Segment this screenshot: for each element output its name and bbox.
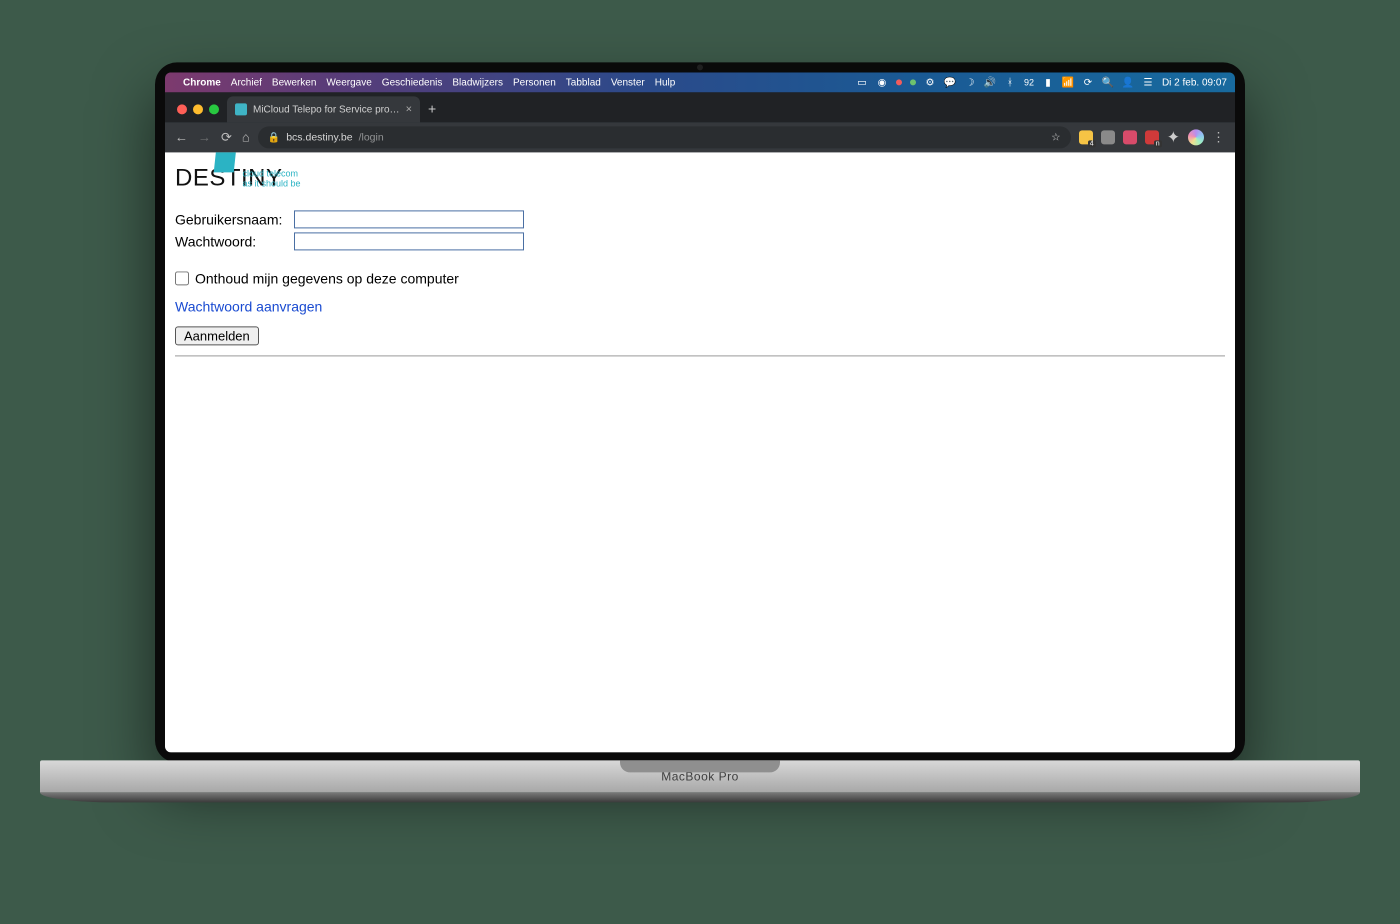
status-dot-green: [910, 79, 916, 85]
search-icon[interactable]: 🔍: [1102, 76, 1114, 88]
extension-icon-b[interactable]: [1101, 130, 1115, 144]
bluetooth-icon[interactable]: ᚼ: [1004, 76, 1016, 88]
extension-icon-c[interactable]: [1123, 130, 1137, 144]
remember-label: Onthoud mijn gegevens op deze computer: [195, 270, 459, 286]
username-label: Gebruikersnaam:: [175, 211, 290, 227]
menubar-item-bewerken[interactable]: Bewerken: [272, 77, 316, 88]
battery-icon[interactable]: ▮: [1042, 76, 1054, 88]
menubar-status-area: ▭ ◉ ⚙ 💬 ☽ 🔊 ᚼ 92 ▮ 📶 ⟳ 🔍 👤 ☰ Di 2: [856, 76, 1227, 88]
chrome-toolbar: ← → ⟳ ⌂ 🔒 bcs.destiny.be/login ☆ 4: [165, 122, 1235, 152]
divider: [175, 355, 1225, 356]
browser-tab[interactable]: MiCloud Telepo for Service pro… ×: [227, 96, 420, 122]
url-host: bcs.destiny.be: [286, 131, 352, 143]
remember-checkbox[interactable]: [175, 271, 189, 285]
nav-back-button[interactable]: ←: [175, 129, 188, 145]
menubar-item-weergave[interactable]: Weergave: [326, 77, 371, 88]
camera-notch: [697, 64, 703, 70]
screen-mirroring-icon[interactable]: ▭: [856, 76, 868, 88]
address-bar[interactable]: 🔒 bcs.destiny.be/login ☆: [258, 126, 1071, 148]
extension-icon-d[interactable]: n: [1145, 130, 1159, 144]
chrome-tabstrip: MiCloud Telepo for Service pro… × +: [165, 92, 1235, 122]
nav-home-button[interactable]: ⌂: [242, 129, 250, 145]
nav-forward-button[interactable]: →: [198, 129, 211, 145]
logo-mark-icon: [213, 152, 236, 172]
window-fullscreen-button[interactable]: [209, 104, 219, 114]
url-path: /login: [359, 131, 384, 143]
battery-percent: 92: [1024, 76, 1034, 88]
extension-badge-a: 4: [1088, 140, 1096, 147]
chrome-menu-icon[interactable]: ⋮: [1212, 129, 1225, 145]
user-switch-icon[interactable]: 👤: [1122, 76, 1134, 88]
control-center-icon[interactable]: ☰: [1142, 76, 1154, 88]
macos-menubar: Chrome Archief Bewerken Weergave Geschie…: [165, 72, 1235, 92]
window-close-button[interactable]: [177, 104, 187, 114]
lock-icon[interactable]: 🔒: [268, 132, 280, 143]
menubar-item-geschiedenis[interactable]: Geschiedenis: [382, 77, 443, 88]
extensions-puzzle-icon[interactable]: ✦: [1167, 127, 1180, 147]
notifications-icon[interactable]: 💬: [944, 76, 956, 88]
menubar-item-archief[interactable]: Archief: [231, 77, 262, 88]
do-not-disturb-icon[interactable]: ☽: [964, 76, 976, 88]
page-viewport: DESTINY cloud telecom as it should be Ge…: [165, 152, 1235, 752]
menubar-clock[interactable]: Di 2 feb. 09:07: [1162, 77, 1227, 88]
gear-icon[interactable]: ⚙: [924, 76, 936, 88]
request-password-link[interactable]: Wachtwoord aanvragen: [175, 298, 322, 314]
logo-tagline-2: as it should be: [243, 179, 301, 188]
menubar-item-personen[interactable]: Personen: [513, 77, 556, 88]
status-dot-red: [896, 79, 902, 85]
menubar-item-bladwijzers[interactable]: Bladwijzers: [452, 77, 503, 88]
profile-avatar[interactable]: [1188, 129, 1204, 145]
menubar-item-venster[interactable]: Venster: [611, 77, 645, 88]
nav-reload-button[interactable]: ⟳: [221, 129, 232, 145]
password-label: Wachtwoord:: [175, 233, 290, 249]
window-minimize-button[interactable]: [193, 104, 203, 114]
volume-icon[interactable]: 🔊: [984, 76, 996, 88]
tab-close-icon[interactable]: ×: [406, 103, 412, 115]
new-tab-button[interactable]: +: [424, 100, 444, 122]
login-button[interactable]: Aanmelden: [175, 326, 259, 345]
wifi-icon[interactable]: 📶: [1062, 76, 1074, 88]
siri-icon[interactable]: ◉: [876, 76, 888, 88]
tab-title: MiCloud Telepo for Service pro…: [253, 104, 400, 115]
laptop-deck: MacBook Pro: [40, 760, 1360, 802]
window-traffic-lights: [173, 104, 223, 122]
extension-icon-a[interactable]: 4: [1079, 130, 1093, 144]
tab-favicon: [235, 103, 247, 115]
menubar-item-tabblad[interactable]: Tabblad: [566, 77, 601, 88]
username-input[interactable]: [294, 210, 524, 228]
destiny-logo: DESTINY cloud telecom as it should be: [175, 164, 1225, 192]
menubar-app-name[interactable]: Chrome: [183, 77, 221, 88]
menubar-item-hulp[interactable]: Hulp: [655, 77, 676, 88]
star-bookmark-icon[interactable]: ☆: [1051, 131, 1060, 143]
password-input[interactable]: [294, 232, 524, 250]
extension-badge-d: n: [1154, 140, 1162, 147]
sync-icon[interactable]: ⟳: [1082, 76, 1094, 88]
